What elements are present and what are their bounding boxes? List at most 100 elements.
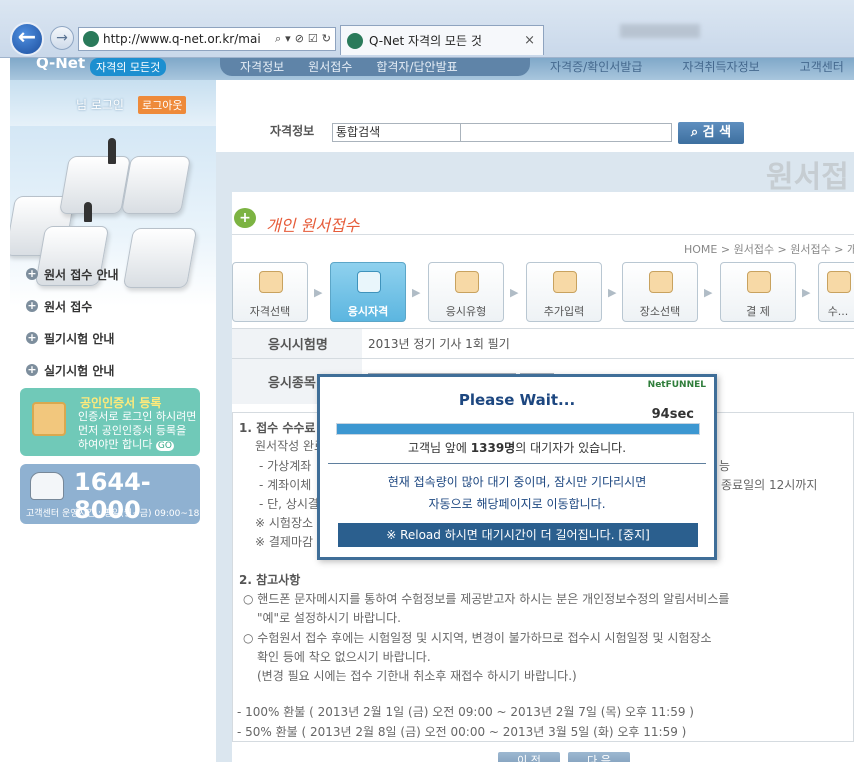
- left-menu-item[interactable]: + 원서 접수: [26, 290, 216, 322]
- browser-tab[interactable]: Q-Net 자격의 모든 것 ×: [340, 25, 544, 55]
- plus-icon: +: [26, 267, 38, 280]
- prev-button[interactable]: 이 전: [498, 752, 560, 762]
- dialog-message-2: 자동으로 해당페이지로 이동합니다.: [428, 497, 606, 511]
- notice-line: "예"로 설정하시기 바랍니다.: [257, 611, 401, 625]
- left-sidebar: 님 로그인 로그아웃 + 원서 접수 안내 + 원서 접수 + 필기시험 안내 + 실기…: [10, 80, 216, 762]
- left-menu-item[interactable]: + 원서 접수 안내: [26, 258, 216, 290]
- search-icon: ⌕: [690, 125, 703, 140]
- browser-chrome: ← → http://www.q-net.or.kr/mai ⌕ ▾ ⊘ ☑ ↻…: [0, 0, 854, 58]
- bg-page-title: 원서접: [766, 160, 849, 195]
- search-input[interactable]: [460, 123, 672, 142]
- dropdown-icon[interactable]: ▾: [285, 32, 291, 46]
- notice-line: ※ 결제마감: [255, 535, 314, 549]
- compat-icon[interactable]: ☑: [308, 32, 318, 46]
- step-item[interactable]: 수...: [818, 262, 854, 322]
- plus-icon: +: [26, 299, 38, 312]
- reload-stop-button[interactable]: ※ Reload 하시면 대기시간이 더 길어집니다. [중지]: [338, 523, 698, 547]
- search-label: 자격정보: [270, 124, 315, 138]
- cert-register-banner[interactable]: 공인인증서 등록 인증서로 로그인 하시려면 먼저 공인인증서 등록을 하여야만…: [20, 388, 200, 456]
- title-divider: [232, 234, 854, 235]
- arrow-right-icon: ▶: [412, 286, 421, 299]
- key-shape: [120, 156, 192, 214]
- left-menu-item[interactable]: + 실기시험 안내: [26, 354, 216, 386]
- blurred-tab: [620, 24, 700, 38]
- forward-arrow-icon: →: [56, 30, 68, 46]
- queue-count: 1339명: [470, 441, 516, 455]
- step-item-active[interactable]: 응시자격: [330, 262, 406, 322]
- step-item[interactable]: 자격선택: [232, 262, 308, 322]
- notice-line: ※ 시험장소: [255, 516, 314, 530]
- search-icon[interactable]: ⌕: [275, 32, 281, 46]
- refund-line: - 50% 환불 ( 2013년 2월 8일 (금) 오전 00:00 ~ 20…: [237, 725, 687, 739]
- exam-name-value: 2013년 정기 기사 1회 필기: [368, 337, 510, 351]
- go-button[interactable]: GO: [155, 441, 174, 451]
- receipt-icon: [827, 271, 851, 293]
- left-menu-item[interactable]: + 필기시험 안내: [26, 322, 216, 354]
- top-menu: 자격정보 원서접수 합격자/답안발표: [220, 58, 530, 76]
- notice-line: - 가상계좌: [259, 459, 312, 473]
- person-figure-icon: [84, 202, 92, 222]
- notice-line: - 단, 상시결: [259, 497, 319, 511]
- search-type-select[interactable]: 통합검색▾: [332, 123, 476, 142]
- notice-line: - 계좌이체: [259, 478, 312, 492]
- step-item[interactable]: 추가입력: [526, 262, 602, 322]
- address-bar[interactable]: http://www.q-net.or.kr/mai ⌕ ▾ ⊘ ☑ ↻: [78, 27, 336, 51]
- document-icon: [553, 271, 577, 293]
- plus-icon: +: [26, 331, 38, 344]
- plus-icon: +: [26, 363, 38, 376]
- notice-line: 확인 등에 착오 없으시기 바랍니다.: [257, 650, 431, 664]
- site-favicon-icon: [83, 31, 99, 47]
- notice-line: 능: [719, 459, 731, 473]
- tab-close-icon[interactable]: ×: [524, 33, 535, 48]
- address-url[interactable]: http://www.q-net.or.kr/mai: [103, 32, 263, 46]
- cert-title: 공인인증서 등록: [80, 396, 162, 410]
- bottom-buttons: 이 전 다 음: [498, 752, 630, 762]
- table-row: 응시시험명 2013년 정기 기사 1회 필기: [232, 328, 854, 358]
- search-area: 자격정보 통합검색▾ ⌕ 검 색: [216, 80, 854, 152]
- notice-heading: 1. 접수 수수료: [239, 421, 316, 435]
- logout-button[interactable]: 로그아웃: [138, 96, 187, 114]
- top-menu-item[interactable]: 고객센터: [800, 58, 844, 75]
- top-menu-secondary: 자격증/확인서발급 자격취득자정보 고객센터: [550, 58, 844, 75]
- next-button[interactable]: 다 음: [568, 752, 630, 762]
- forward-button[interactable]: →: [50, 26, 74, 50]
- wait-progress-fill: [337, 424, 699, 434]
- arrow-right-icon: ▶: [802, 286, 811, 299]
- wait-seconds: 94sec: [651, 407, 694, 422]
- top-menu-item[interactable]: 자격취득자정보: [682, 58, 759, 75]
- top-menu-item[interactable]: 합격자/답안발표: [376, 58, 457, 76]
- stop-icon[interactable]: ⊘: [295, 32, 304, 46]
- tab-favicon-icon: [347, 32, 363, 49]
- building-icon: [649, 271, 673, 293]
- site-logo[interactable]: Q-Net: [36, 58, 85, 72]
- lock-icon: [32, 402, 66, 436]
- arrow-right-icon: ▶: [704, 286, 713, 299]
- notice-line: 원서작성 완료: [255, 439, 326, 453]
- logo-tagline: 자격의 모든것: [90, 58, 167, 76]
- person-figure-icon: [108, 138, 116, 164]
- upload-icon: [259, 271, 283, 293]
- netfunnel-logo: NetFUNNEL: [647, 380, 706, 390]
- arrow-right-icon: ▶: [314, 286, 323, 299]
- back-arrow-icon: ←: [17, 25, 37, 50]
- address-tools: ⌕ ▾ ⊘ ☑ ↻: [275, 32, 331, 46]
- top-menu-item[interactable]: 자격정보: [240, 58, 284, 76]
- top-menu-item[interactable]: 원서접수: [308, 58, 352, 76]
- step-item[interactable]: 응시유형: [428, 262, 504, 322]
- top-menu-item[interactable]: 자격증/확인서발급: [550, 58, 642, 75]
- notice-line: 종료일의 12시까지: [721, 478, 818, 492]
- search-button[interactable]: ⌕ 검 색: [678, 122, 744, 144]
- refresh-icon[interactable]: ↻: [322, 32, 331, 46]
- phone-icon: [30, 472, 64, 500]
- back-button[interactable]: ←: [10, 22, 44, 56]
- wait-dialog: NetFUNNEL Please Wait... 94sec 고객님 앞에 13…: [317, 374, 717, 560]
- notice-heading: 2. 참고사항: [239, 573, 301, 587]
- person-icon: [357, 271, 381, 293]
- step-item[interactable]: 결 제: [720, 262, 796, 322]
- breadcrumb: HOME > 원서접수 > 원서접수 > 개인 ...: [684, 243, 854, 256]
- step-item[interactable]: 장소선택: [622, 262, 698, 322]
- step-progress: 자격선택 ▶ 응시자격 ▶ 응시유형 ▶ 추가입력 ▶ 장소선택 ▶ 결 제 ▶…: [232, 262, 854, 324]
- dialog-message-1: 현재 접속량이 많아 대기 중이며, 잠시만 기다리시면: [387, 475, 647, 489]
- cert-desc: 인증서로 로그인 하시려면 먼저 공인인증서 등록을 하여야만 합니다 GO: [78, 410, 197, 451]
- exam-name-label: 응시시험명: [232, 329, 362, 358]
